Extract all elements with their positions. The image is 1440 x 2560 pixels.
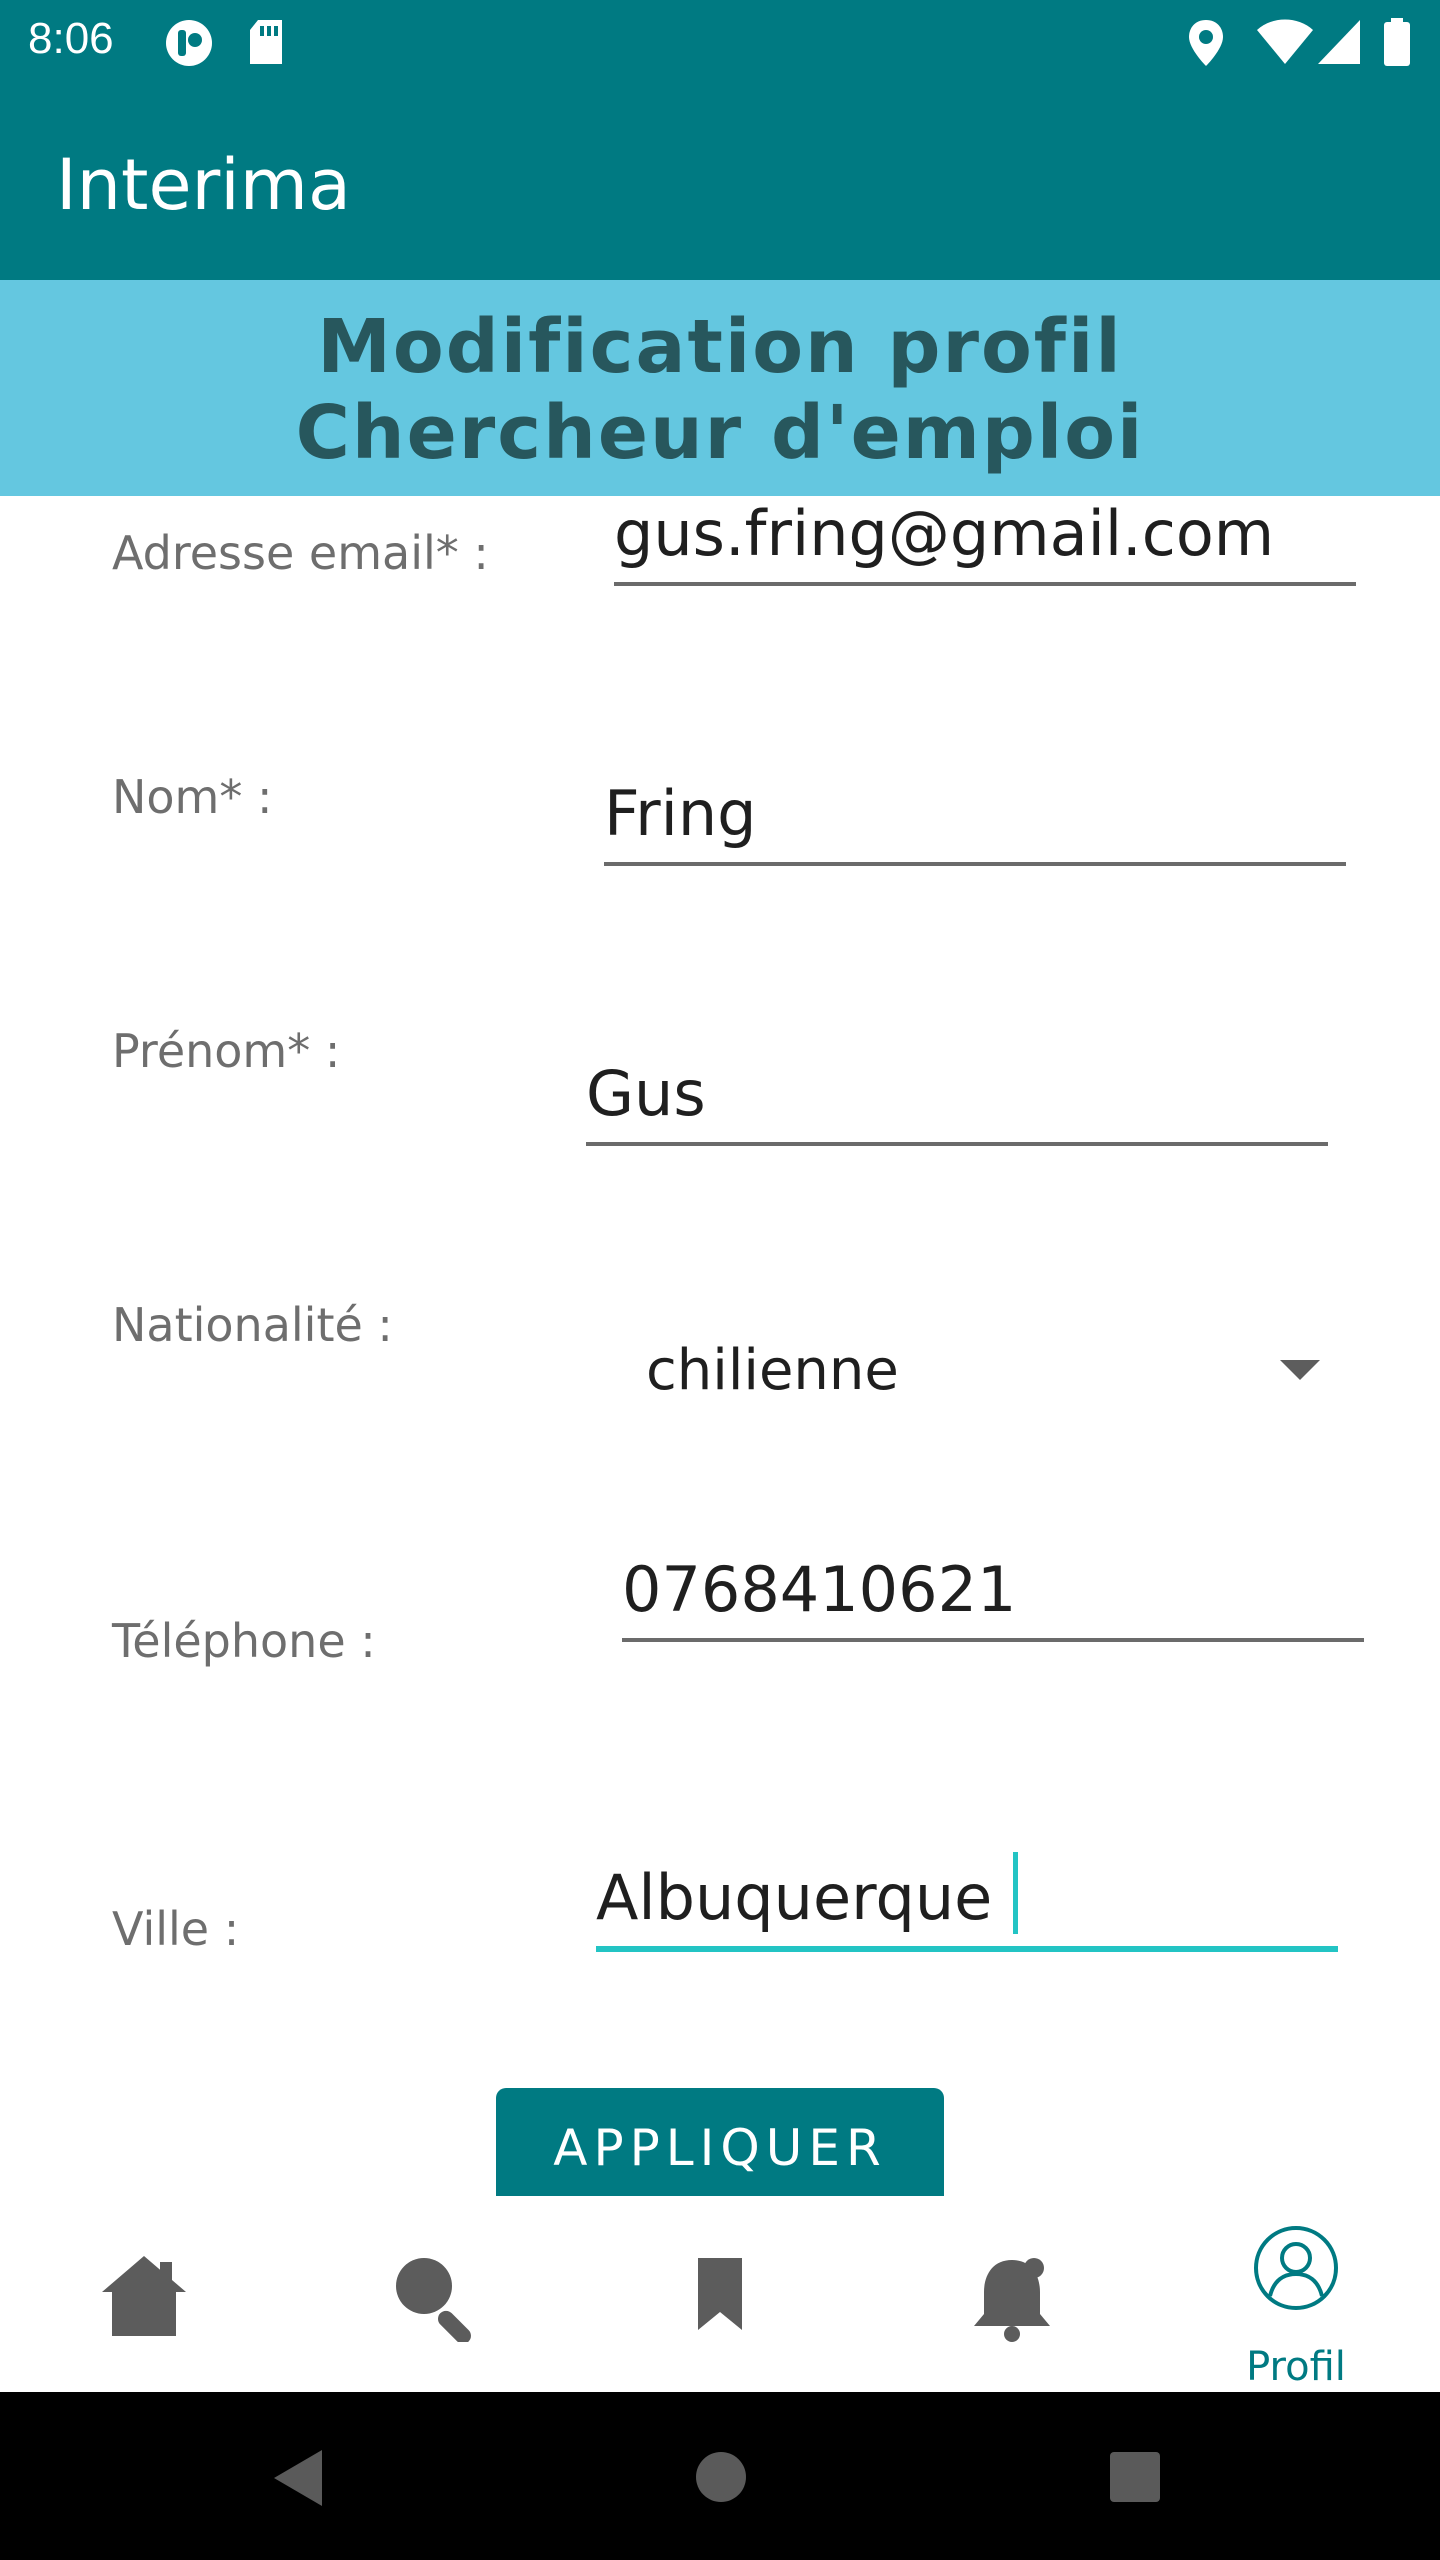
prenom-field[interactable] xyxy=(586,1057,1328,1130)
back-icon[interactable] xyxy=(270,2446,326,2510)
email-field-container xyxy=(614,496,1356,586)
nationalite-select[interactable]: chilienne xyxy=(600,1320,1340,1420)
apply-button[interactable]: APPLIQUER xyxy=(496,2088,944,2196)
prenom-label: Prénom* : xyxy=(112,1024,341,1078)
nom-label: Nom* : xyxy=(112,770,273,824)
nationalite-label: Nationalité : xyxy=(112,1298,393,1352)
dropdown-arrow-icon xyxy=(1280,1360,1320,1380)
app-title: Interima xyxy=(56,144,351,226)
system-navigation-bar xyxy=(0,2392,1440,2560)
nationalite-selected-value: chilienne xyxy=(646,1338,899,1403)
home-icon xyxy=(102,2256,186,2336)
ville-field[interactable] xyxy=(596,1861,1338,1934)
email-label: Adresse email* : xyxy=(112,526,489,580)
search-icon xyxy=(396,2258,471,2342)
nom-field-container xyxy=(604,776,1346,866)
app-notification-icon xyxy=(166,20,212,66)
page-title-line-1: Modification profil xyxy=(317,304,1123,390)
signal-icon xyxy=(1318,20,1360,64)
app-bar: Interima xyxy=(0,84,1440,280)
nav-item-search[interactable] xyxy=(378,2196,490,2392)
status-time: 8:06 xyxy=(28,14,114,63)
prenom-field-container xyxy=(586,1056,1328,1146)
telephone-label: Téléphone : xyxy=(112,1614,376,1668)
page-title-line-2: Chercheur d'emploi xyxy=(295,390,1145,476)
nav-item-profile[interactable]: Profil xyxy=(1226,2196,1366,2392)
recents-icon[interactable] xyxy=(1108,2450,1162,2504)
sd-card-icon xyxy=(250,20,282,64)
nom-field[interactable] xyxy=(604,777,1346,850)
ville-field-container xyxy=(596,1861,1338,1952)
location-icon xyxy=(1189,20,1223,66)
wifi-icon xyxy=(1257,19,1313,64)
telephone-field-container xyxy=(622,1552,1364,1642)
telephone-field[interactable] xyxy=(622,1553,1364,1626)
notification-bell-icon xyxy=(974,2258,1050,2342)
nav-item-notifications[interactable] xyxy=(954,2196,1066,2392)
email-field[interactable] xyxy=(614,497,1356,570)
bottom-navigation: Profil xyxy=(0,2196,1440,2392)
nav-item-saved[interactable] xyxy=(664,2196,776,2392)
home-circle-icon[interactable] xyxy=(694,2450,748,2504)
battery-icon xyxy=(1384,18,1410,66)
text-cursor xyxy=(1013,1852,1018,1934)
nav-label-profile: Profil xyxy=(1246,2344,1346,2390)
bookmark-icon xyxy=(698,2258,742,2330)
ville-label: Ville : xyxy=(112,1902,240,1956)
profile-icon xyxy=(1254,2226,1338,2310)
page-header-banner: Modification profil Chercheur d'emploi xyxy=(0,280,1440,496)
nav-item-home[interactable] xyxy=(88,2196,200,2392)
status-bar: 8:06 xyxy=(0,0,1440,84)
